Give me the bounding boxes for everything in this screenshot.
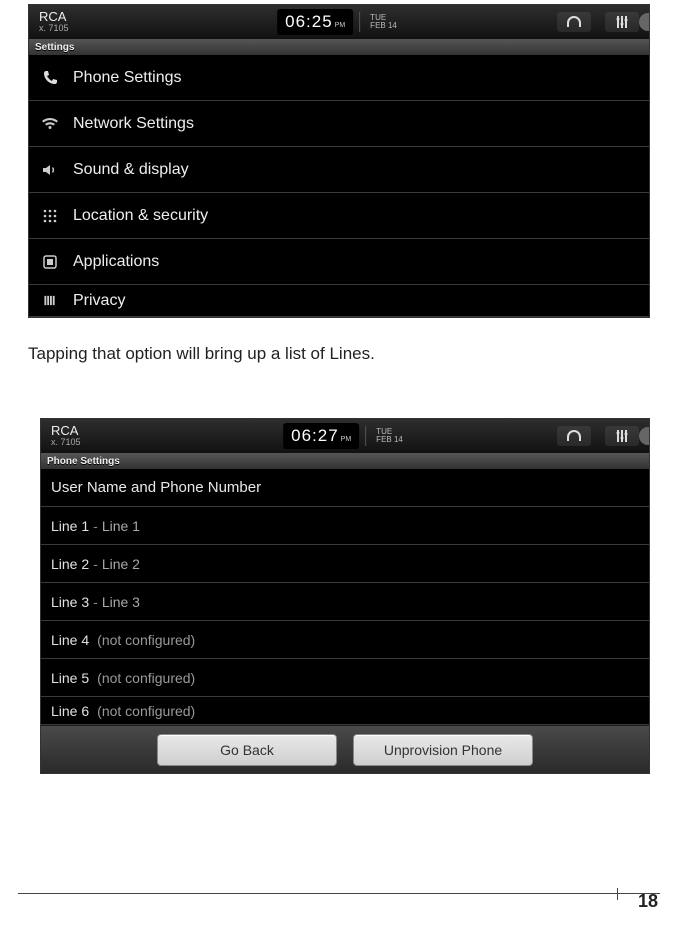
status-right	[557, 426, 639, 446]
button-bar: Go Back Unprovision Phone	[41, 725, 649, 773]
corner-indicator-icon	[639, 427, 650, 445]
menu-label: Phone Settings	[73, 69, 182, 87]
brand-label: RCA	[39, 10, 99, 24]
menu-item-applications[interactable]: Applications	[29, 239, 649, 285]
breadcrumb-label: Phone Settings	[47, 456, 120, 467]
not-configured-label: (not configured)	[97, 632, 195, 648]
headphones-icon[interactable]	[557, 426, 591, 446]
menu-label: Applications	[73, 253, 159, 271]
settings-menu: Phone Settings Network Settings Sound & …	[29, 55, 649, 317]
line-number: Line 1	[51, 518, 89, 534]
wifi-icon	[41, 115, 59, 133]
screenshot-settings: RCA x. 7105 06:25 PM TUE FEB 14	[28, 4, 650, 318]
line-item-1[interactable]: Line 1 - Line 1	[41, 507, 649, 545]
time-ampm: PM	[341, 436, 352, 443]
divider	[359, 12, 360, 32]
go-back-button[interactable]: Go Back	[157, 734, 337, 766]
line-number: Line 6	[51, 703, 89, 719]
menu-item-network-settings[interactable]: Network Settings	[29, 101, 649, 147]
status-right	[557, 12, 639, 32]
divider	[365, 426, 366, 446]
unprovision-label: Unprovision Phone	[384, 742, 502, 758]
speaker-icon	[41, 161, 59, 179]
separator: -	[93, 518, 98, 534]
sliders-icon[interactable]	[605, 426, 639, 446]
lines-list: User Name and Phone Number Line 1 - Line…	[41, 469, 649, 725]
date-md: FEB 14	[376, 436, 403, 444]
extension-label: x. 7105	[39, 24, 99, 34]
grid-icon	[41, 207, 59, 225]
phone-icon	[41, 69, 59, 87]
menu-label: Sound & display	[73, 161, 189, 179]
line-name: Line 3	[102, 594, 140, 610]
status-left: RCA x. 7105	[41, 424, 111, 448]
time-box: 06:27 PM	[283, 423, 359, 449]
status-bar: RCA x. 7105 06:25 PM TUE FEB 14	[29, 5, 649, 39]
extension-label: x. 7105	[51, 438, 111, 448]
menu-item-phone-settings[interactable]: Phone Settings	[29, 55, 649, 101]
line-name: Line 1	[102, 518, 140, 534]
line-item-2[interactable]: Line 2 - Line 2	[41, 545, 649, 583]
line-number: Line 5	[51, 670, 89, 686]
menu-label: Privacy	[73, 292, 125, 310]
not-configured-label: (not configured)	[97, 670, 195, 686]
line-name: Line 2	[102, 556, 140, 572]
sliders-icon[interactable]	[605, 12, 639, 32]
status-center: 06:27 PM TUE FEB 14	[283, 423, 407, 449]
line-item-3[interactable]: Line 3 - Line 3	[41, 583, 649, 621]
time-box: 06:25 PM	[277, 9, 353, 35]
menu-item-location-security[interactable]: Location & security	[29, 193, 649, 239]
time-ampm: PM	[335, 22, 346, 29]
time-value: 06:25	[285, 12, 333, 32]
breadcrumb-label: Settings	[35, 42, 74, 53]
headphones-icon[interactable]	[557, 12, 591, 32]
status-center: 06:25 PM TUE FEB 14	[277, 9, 401, 35]
date-box: TUE FEB 14	[372, 428, 407, 444]
lines-header: User Name and Phone Number	[41, 469, 649, 507]
screenshot-phone-settings: RCA x. 7105 06:27 PM TUE FEB 14	[40, 418, 650, 774]
line-item-6[interactable]: Line 6 (not configured)	[41, 697, 649, 725]
line-item-4[interactable]: Line 4 (not configured)	[41, 621, 649, 659]
date-md: FEB 14	[370, 22, 397, 30]
breadcrumb: Phone Settings	[41, 453, 649, 469]
caption-text: Tapping that option will bring up a list…	[28, 344, 650, 364]
date-box: TUE FEB 14	[366, 14, 401, 30]
menu-label: Location & security	[73, 207, 208, 225]
line-number: Line 4	[51, 632, 89, 648]
corner-indicator-icon	[639, 13, 650, 31]
menu-label: Network Settings	[73, 115, 194, 133]
line-item-5[interactable]: Line 5 (not configured)	[41, 659, 649, 697]
privacy-icon	[41, 292, 59, 310]
menu-item-sound-display[interactable]: Sound & display	[29, 147, 649, 193]
footer-tick	[617, 888, 618, 900]
line-number: Line 3	[51, 594, 89, 610]
app-icon	[41, 253, 59, 271]
not-configured-label: (not configured)	[97, 703, 195, 719]
unprovision-button[interactable]: Unprovision Phone	[353, 734, 533, 766]
status-bar: RCA x. 7105 06:27 PM TUE FEB 14	[41, 419, 649, 453]
footer-rule	[18, 893, 660, 894]
line-number: Line 2	[51, 556, 89, 572]
status-left: RCA x. 7105	[29, 10, 99, 34]
separator: -	[93, 594, 98, 610]
go-back-label: Go Back	[220, 742, 274, 758]
time-value: 06:27	[291, 426, 339, 446]
page-number: 18	[638, 891, 658, 912]
brand-label: RCA	[51, 424, 111, 438]
lines-header-label: User Name and Phone Number	[51, 479, 261, 496]
separator: -	[93, 556, 98, 572]
breadcrumb: Settings	[29, 39, 649, 55]
menu-item-privacy[interactable]: Privacy	[29, 285, 649, 317]
